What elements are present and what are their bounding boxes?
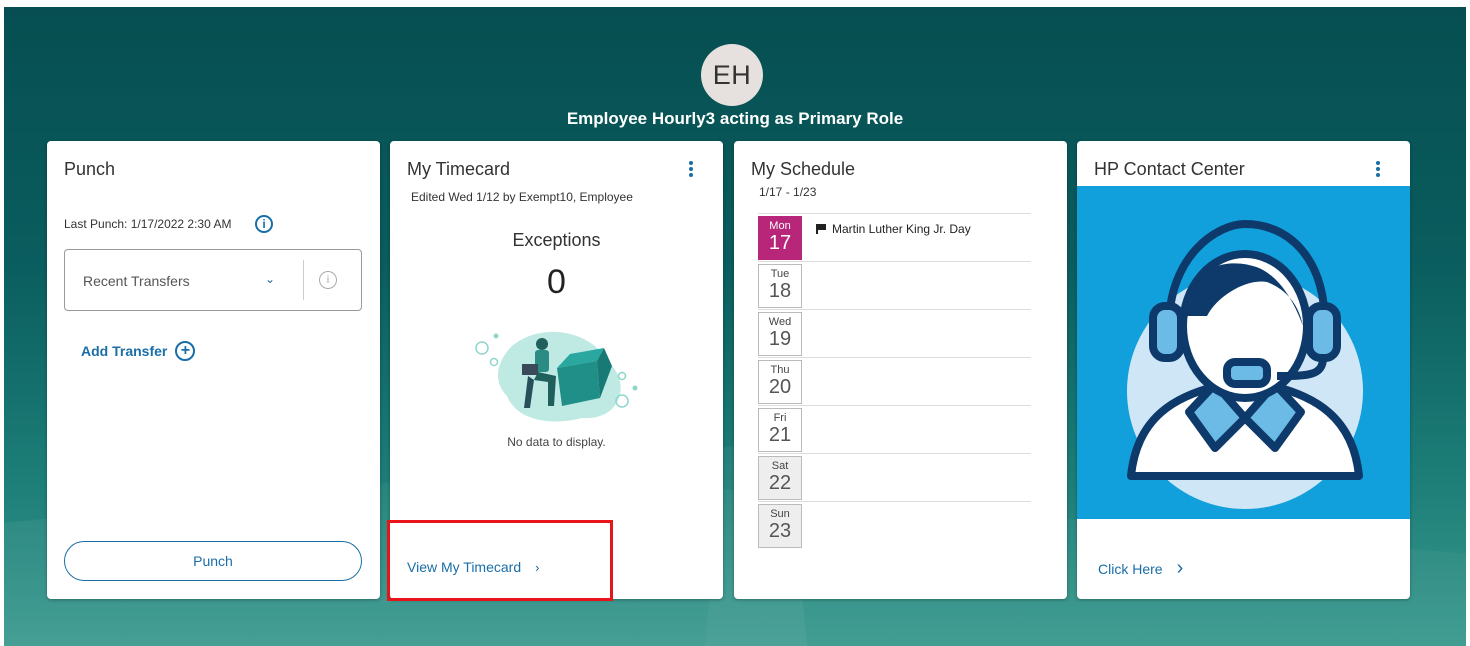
plus-circle-icon: +: [175, 341, 196, 361]
highlight-box: [387, 520, 613, 601]
day-box: Thu 20: [758, 360, 802, 404]
edited-by-text: Edited Wed 1/12 by Exempt10, Employee: [411, 190, 633, 204]
day-box: Tue 18: [758, 264, 802, 308]
contact-center-card: HP Contact Center Click Here ›: [1077, 141, 1410, 599]
flag-icon: [816, 224, 826, 234]
add-transfer-link[interactable]: Add Transfer +: [81, 341, 196, 361]
schedule-date-range: 1/17 - 1/23: [759, 185, 817, 199]
schedule-day-row[interactable]: Wed 19: [758, 309, 1031, 358]
card-title: HP Contact Center: [1094, 159, 1245, 179]
schedule-day-row[interactable]: Sat 22: [758, 453, 1031, 502]
punch-card: Punch Last Punch: 1/17/2022 2:30 AM i Re…: [47, 141, 380, 599]
recent-transfers-dropdown[interactable]: Recent Transfers ⌄ i: [64, 249, 362, 311]
schedule-card: My Schedule 1/17 - 1/23 Mon 17 Martin Lu…: [734, 141, 1067, 599]
divider: [303, 260, 304, 300]
day-box: Sun 23: [758, 504, 802, 548]
last-punch-text: Last Punch: 1/17/2022 2:30 AM: [64, 217, 232, 231]
day-name: Mon: [769, 220, 791, 232]
punch-button[interactable]: Punch: [64, 541, 362, 581]
day-number: 20: [768, 376, 792, 398]
schedule-day-row[interactable]: Tue 18: [758, 261, 1031, 310]
add-transfer-label: Add Transfer: [81, 343, 168, 359]
day-number: 19: [768, 328, 792, 350]
day-number: 18: [768, 280, 792, 302]
day-name: Wed: [768, 316, 792, 328]
day-number: 21: [768, 424, 792, 446]
day-box: Mon 17: [758, 216, 802, 260]
user-role-label: Employee Hourly3 acting as Primary Role: [566, 109, 904, 128]
click-here-link[interactable]: Click Here ›: [1098, 557, 1183, 580]
holiday-label: Martin Luther King Jr. Day: [832, 222, 971, 236]
card-title: My Timecard: [407, 159, 511, 179]
day-number: 17: [768, 232, 792, 254]
headset-agent-icon: [1127, 219, 1363, 509]
contact-center-banner[interactable]: [1077, 186, 1410, 519]
exceptions-count: 0: [547, 263, 566, 301]
kebab-menu-icon[interactable]: [682, 157, 700, 181]
kebab-menu-icon[interactable]: [1369, 157, 1387, 181]
day-box: Fri 21: [758, 408, 802, 452]
day-box: Sat 22: [758, 456, 802, 500]
day-number: 23: [768, 520, 792, 542]
avatar[interactable]: EH: [701, 44, 763, 106]
schedule-day-row[interactable]: Mon 17 Martin Luther King Jr. Day: [758, 213, 1031, 262]
empty-state-illustration: [475, 331, 638, 422]
day-name: Tue: [770, 268, 790, 280]
schedule-day-row[interactable]: Fri 21: [758, 405, 1031, 454]
schedule-day-row[interactable]: Thu 20: [758, 357, 1031, 406]
info-icon[interactable]: i: [319, 271, 337, 289]
day-box: Wed 19: [758, 312, 802, 356]
holiday-event[interactable]: Martin Luther King Jr. Day: [816, 222, 971, 236]
schedule-day-row[interactable]: Sun 23: [758, 501, 1031, 550]
card-title: Punch: [64, 159, 116, 179]
click-here-label: Click Here: [1098, 560, 1163, 577]
day-name: Fri: [773, 412, 787, 424]
dropdown-label: Recent Transfers: [83, 273, 190, 289]
day-name: Sat: [771, 460, 789, 472]
info-icon[interactable]: i: [255, 215, 273, 233]
exceptions-label: Exceptions: [512, 230, 601, 250]
chevron-down-icon: ⌄: [265, 272, 276, 286]
day-name: Thu: [770, 364, 790, 376]
day-number: 22: [768, 472, 792, 494]
chevron-right-icon: ›: [1176, 557, 1184, 579]
card-title: My Schedule: [751, 159, 856, 179]
no-data-text: No data to display.: [507, 435, 606, 449]
day-name: Sun: [770, 508, 790, 520]
